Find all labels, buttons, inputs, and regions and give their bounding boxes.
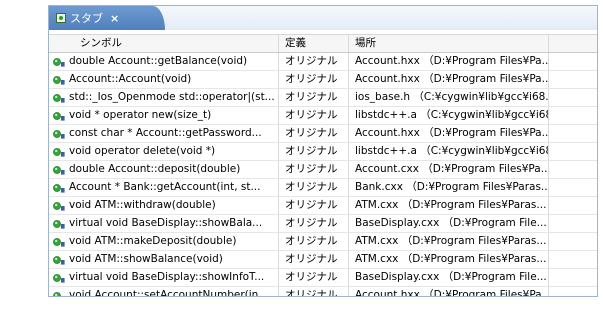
column-header-definition[interactable]: 定義 [279,35,349,52]
row-symbol: const char * Account::getPassword... [49,125,279,142]
table-row[interactable]: virtual void BaseDisplay::showInfoT... オリ… [49,269,597,287]
row-symbol: virtual void BaseDisplay::showBala... [49,215,279,232]
row-definition: オリジナル [279,215,349,232]
close-icon[interactable]: × [110,12,119,25]
row-location: Bank.cxx （D:¥Program Files¥Paras... [349,179,549,196]
row-location: Account.hxx （D:¥Program Files¥Pa... [349,71,549,88]
row-location: Account.cxx （D:¥Program Files¥Pa... [349,161,549,178]
column-header-symbol[interactable]: シンボル [49,35,279,52]
row-symbol: std::_Ios_Openmode std::operator|(st... [49,89,279,106]
row-symbol: Account * Bank::getAccount(int, st... [49,179,279,196]
row-symbol: void ATM::withdraw(double) [49,197,279,214]
table-row[interactable]: const char * Account::getPassword... オリジナ… [49,125,597,143]
column-header-filler [549,35,597,52]
row-location: Account.hxx （D:¥Program Files¥Pa... [349,53,549,70]
row-definition: オリジナル [279,269,349,286]
row-filler [549,215,597,232]
row-symbol: double Account::getBalance(void) [49,53,279,70]
table-row[interactable]: std::_Ios_Openmode std::operator|(st... オ… [49,89,597,107]
row-filler [549,287,597,296]
row-filler [549,107,597,124]
row-definition: オリジナル [279,53,349,70]
stub-view-panel: スタブ × シンボル 定義 場所 double Account::getBala… [48,5,598,297]
column-header-location[interactable]: 場所 [349,35,549,52]
row-filler [549,161,597,178]
table-header: シンボル 定義 場所 [49,35,597,53]
row-definition: オリジナル [279,233,349,250]
table-row[interactable]: double Account::getBalance(void) オリジナル Acc… [49,53,597,71]
row-definition: オリジナル [279,107,349,124]
row-symbol: virtual void BaseDisplay::showInfoT... [49,269,279,286]
row-definition: オリジナル [279,197,349,214]
row-definition: オリジナル [279,71,349,88]
tab-stub[interactable]: スタブ × [49,6,165,30]
row-filler [549,233,597,250]
row-definition: オリジナル [279,179,349,196]
table-body: double Account::getBalance(void) オリジナル Acc… [49,53,597,296]
table-row[interactable]: Account::Account(void) オリジナル Account.hxx （… [49,71,597,89]
row-symbol: void ATM::showBalance(void) [49,251,279,268]
table-row[interactable]: void operator delete(void *) オリジナル libstdc… [49,143,597,161]
row-location: BaseDisplay.cxx （D:¥Program File... [349,215,549,232]
row-definition: オリジナル [279,143,349,160]
row-filler [549,269,597,286]
stub-view-icon [56,13,66,23]
table-row[interactable]: void * operator new(size_t) オリジナル libstdc+… [49,107,597,125]
row-filler [549,89,597,106]
row-definition: オリジナル [279,161,349,178]
row-location: ATM.cxx （D:¥Program Files¥Paras... [349,197,549,214]
row-filler [549,125,597,142]
table-row[interactable]: void ATM::makeDeposit(double) オリジナル ATM.cx… [49,233,597,251]
row-definition: オリジナル [279,89,349,106]
row-definition: オリジナル [279,125,349,142]
row-filler [549,251,597,268]
row-location: libstdc++.a （C:¥cygwin¥lib¥gcc¥i68... [349,107,549,124]
row-filler [549,179,597,196]
row-filler [549,71,597,88]
row-filler [549,53,597,70]
row-location: BaseDisplay.cxx （D:¥Program File... [349,269,549,286]
row-filler [549,197,597,214]
row-location: Account.hxx （D:¥Program Files¥Pa... [349,287,549,296]
row-symbol: double Account::deposit(double) [49,161,279,178]
tab-strip: スタブ × [49,6,597,30]
row-filler [549,143,597,160]
row-symbol: Account::Account(void) [49,71,279,88]
table-row[interactable]: void Account::setAccountNumber(in... オリジナ… [49,287,597,296]
table-row[interactable]: double Account::deposit(double) オリジナル Acco… [49,161,597,179]
table-row[interactable]: void ATM::withdraw(double) オリジナル ATM.cxx （… [49,197,597,215]
row-symbol: void operator delete(void *) [49,143,279,160]
row-symbol: void Account::setAccountNumber(in... [49,287,279,296]
table-row[interactable]: void ATM::showBalance(void) オリジナル ATM.cxx … [49,251,597,269]
row-location: libstdc++.a （C:¥cygwin¥lib¥gcc¥i68... [349,143,549,160]
row-symbol: void ATM::makeDeposit(double) [49,233,279,250]
row-location: Account.hxx （D:¥Program Files¥Pa... [349,125,549,142]
row-location: ios_base.h （C:¥cygwin¥lib¥gcc¥i68... [349,89,549,106]
row-location: ATM.cxx （D:¥Program Files¥Paras... [349,251,549,268]
table-row[interactable]: Account * Bank::getAccount(int, st... オリジ… [49,179,597,197]
row-definition: オリジナル [279,251,349,268]
table-row[interactable]: virtual void BaseDisplay::showBala... オリジ… [49,215,597,233]
row-location: ATM.cxx （D:¥Program Files¥Paras... [349,233,549,250]
row-symbol: void * operator new(size_t) [49,107,279,124]
row-definition: オリジナル [279,287,349,296]
tab-title: スタブ [70,12,103,25]
symbol-table: シンボル 定義 場所 double Account::getBalance(vo… [49,34,597,296]
